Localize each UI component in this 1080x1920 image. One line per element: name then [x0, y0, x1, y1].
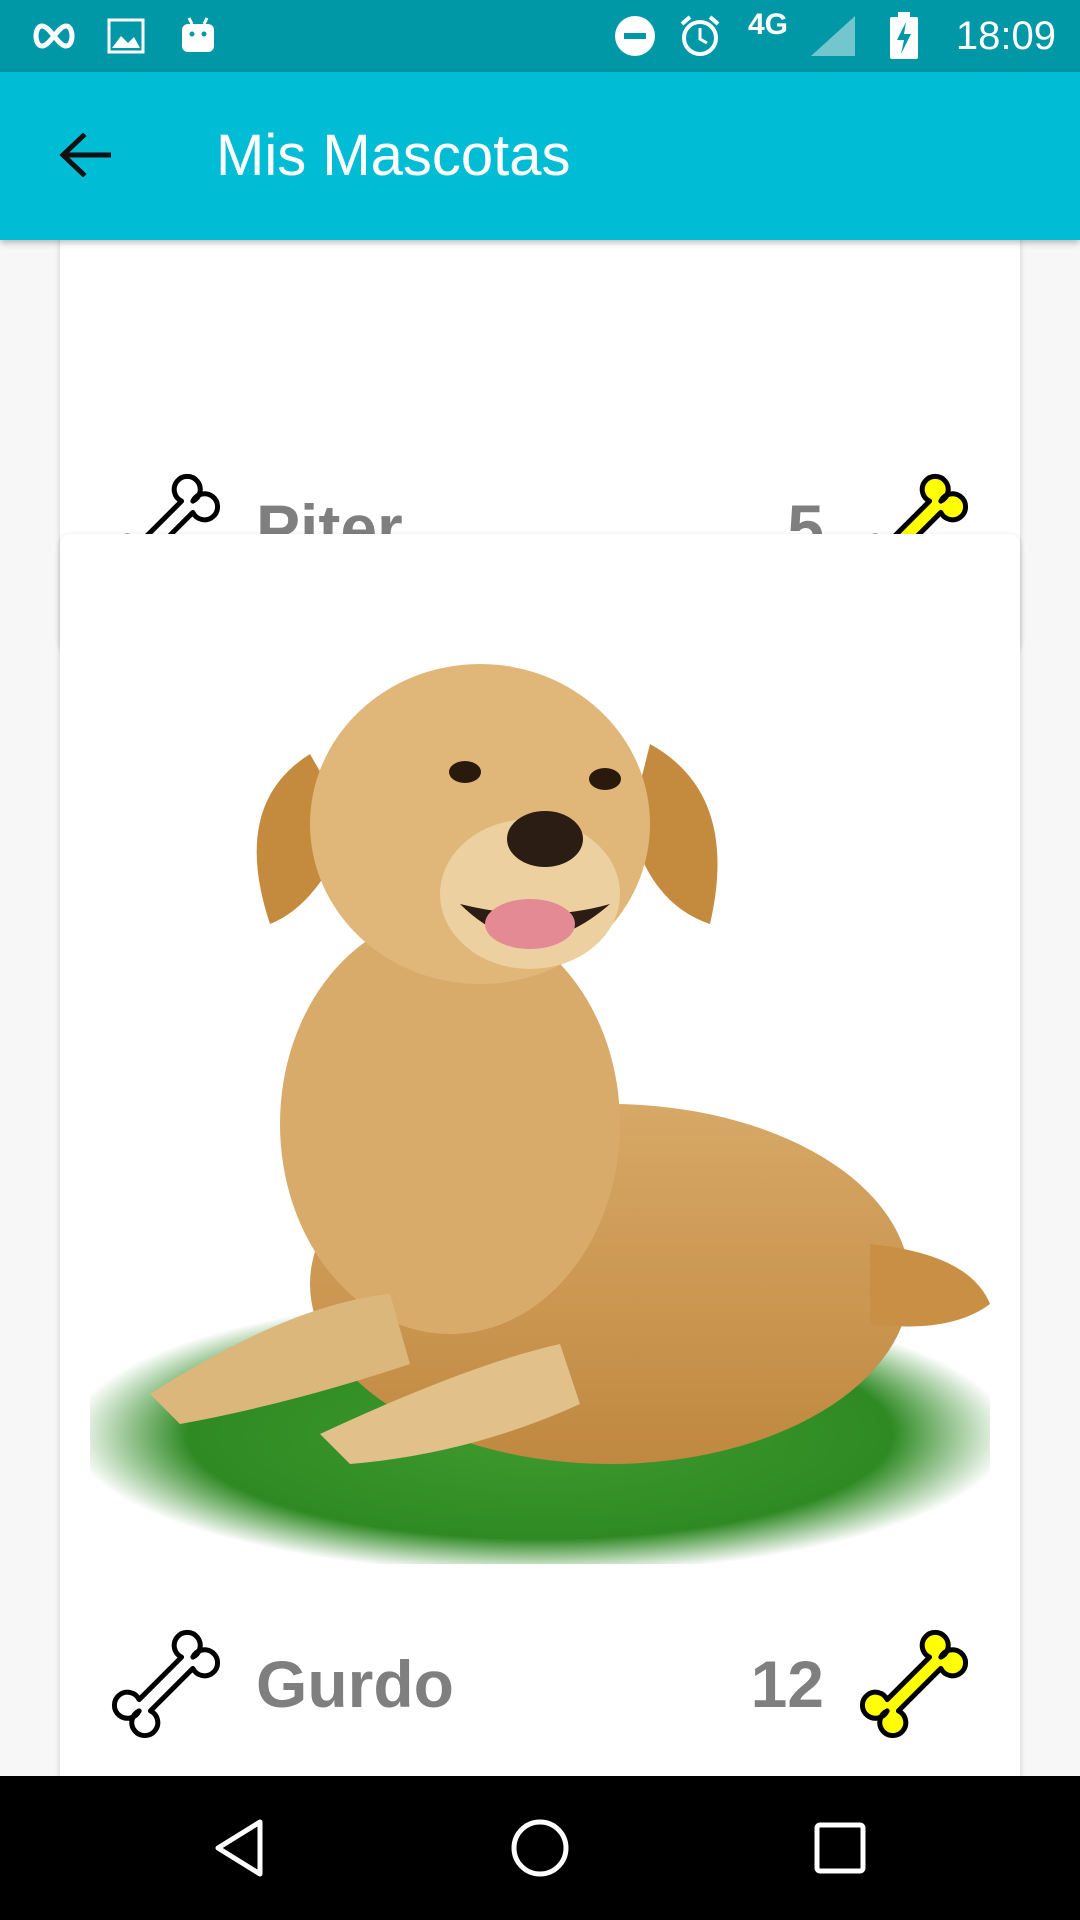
app-bar: Mis Mascotas: [0, 72, 1080, 240]
battery-charging-icon: [884, 0, 924, 72]
rating-bone: [854, 1624, 974, 1744]
pet-name: Gurdo: [256, 1647, 454, 1721]
back-triangle-icon: [215, 1819, 263, 1877]
navigation-bar: [0, 1776, 1080, 1920]
home-circle-icon: [511, 1819, 569, 1877]
recents-square-icon: [814, 1822, 866, 1874]
arrow-back-icon: [59, 131, 112, 182]
signal-icon: [808, 0, 858, 72]
nav-recents-button[interactable]: [760, 1776, 920, 1920]
pet-list: Piter 5 Gurdo 12: [0, 240, 1080, 1776]
status-bar: 4G 18:09: [0, 0, 1080, 72]
do-not-disturb-icon: [612, 0, 658, 72]
bone-yellow-icon: [859, 1629, 969, 1739]
pet-card-footer: Gurdo 12: [60, 1624, 1020, 1744]
nav-home-button[interactable]: [460, 1776, 620, 1920]
android-icon: [176, 0, 220, 72]
nav-back-button[interactable]: [162, 1776, 322, 1920]
bone-outline-icon: [111, 1629, 221, 1739]
image-icon: [104, 0, 148, 72]
back-button[interactable]: [40, 112, 130, 202]
infinity-icon: [28, 0, 80, 72]
status-time: 18:09: [955, 14, 1056, 58]
alarm-icon: [676, 0, 724, 72]
pet-photo: [70, 604, 1010, 1574]
pet-rating: 12: [750, 1647, 824, 1721]
network-type: 4G: [748, 8, 789, 41]
page-title: Mis Mascotas: [216, 123, 571, 188]
bone-outline-button[interactable]: [106, 1624, 226, 1744]
pet-card-gurdo: Gurdo 12: [60, 534, 1020, 1776]
